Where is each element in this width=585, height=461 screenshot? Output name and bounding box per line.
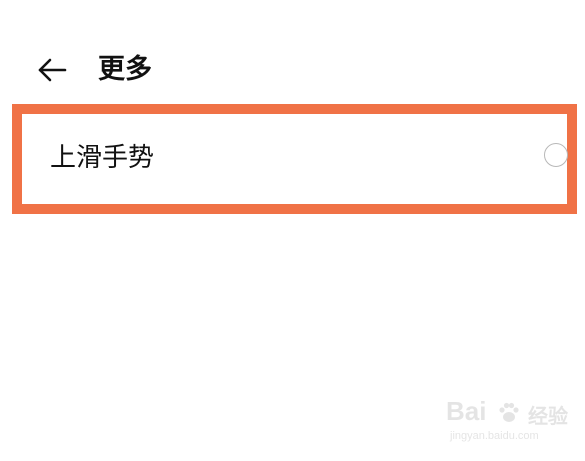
back-button[interactable] [32,50,72,90]
watermark-brand-cn: 经验 [528,404,568,428]
page-title: 更多 [98,54,152,85]
highlight-frame: 上滑手势 [12,104,577,214]
swipe-up-gesture-radio[interactable] [544,143,568,167]
settings-row-swipe-up-gesture[interactable]: 上滑手势 [22,114,568,204]
paw-icon [499,402,519,422]
settings-row-label: 上滑手势 [50,143,155,173]
watermark-brand: Bai [446,396,487,426]
watermark: Bai 经验 jingyan.baidu.com [446,396,576,454]
watermark-url: jingyan.baidu.com [450,430,539,442]
arrow-left-icon [38,58,67,82]
top-bar: 更多 [0,40,585,100]
